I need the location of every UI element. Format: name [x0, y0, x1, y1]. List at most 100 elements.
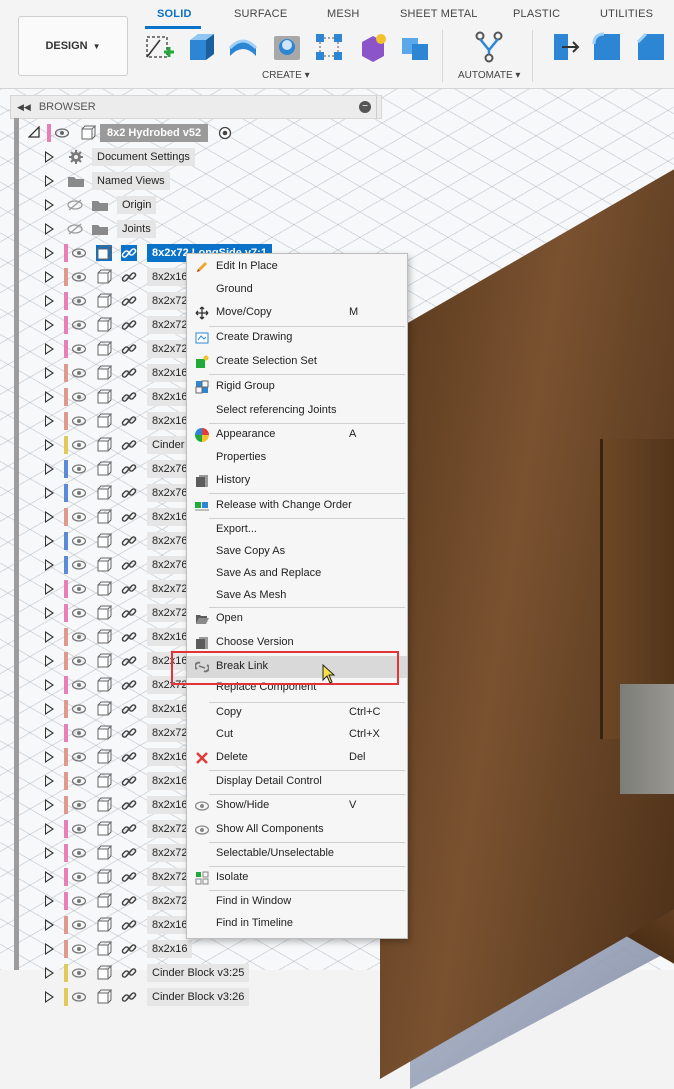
expand-arrow-icon[interactable] [45, 799, 54, 811]
eye-icon[interactable] [72, 631, 86, 643]
menu-selectable-unselectable[interactable]: Selectable/Unselectable [187, 843, 407, 865]
eye-hidden-icon[interactable] [67, 199, 83, 211]
menu-find-in-window[interactable]: Find in Window [187, 891, 407, 913]
expand-arrow-icon[interactable] [45, 343, 54, 355]
browser-item-joints[interactable]: Joints [0, 217, 420, 241]
expanded-triangle-icon[interactable] [28, 126, 40, 138]
eye-icon[interactable] [72, 463, 86, 475]
browser-item-origin[interactable]: Origin [0, 193, 420, 217]
eye-icon[interactable] [72, 343, 86, 355]
browser-root-row[interactable]: 8x2 Hydrobed v52 [0, 121, 400, 145]
expand-arrow-icon[interactable] [45, 895, 54, 907]
eye-icon[interactable] [72, 943, 86, 955]
menu-export[interactable]: Export... [187, 519, 407, 541]
eye-icon[interactable] [72, 559, 86, 571]
tab-mesh[interactable]: MESH [327, 8, 360, 20]
expand-arrow-icon[interactable] [45, 919, 54, 931]
eye-hidden-icon[interactable] [67, 223, 83, 235]
eye-icon[interactable] [72, 271, 86, 283]
eye-icon[interactable] [72, 919, 86, 931]
menu-save-copy-as[interactable]: Save Copy As [187, 541, 407, 563]
expand-arrow-icon[interactable] [45, 151, 54, 163]
eye-icon[interactable] [72, 727, 86, 739]
menu-show-all-components[interactable]: Show All Components [187, 819, 407, 841]
expand-arrow-icon[interactable] [45, 631, 54, 643]
expand-arrow-icon[interactable] [45, 415, 54, 427]
eye-icon[interactable] [72, 679, 86, 691]
eye-icon[interactable] [72, 895, 86, 907]
browser-item-named-views[interactable]: Named Views [0, 169, 420, 193]
expand-arrow-icon[interactable] [45, 463, 54, 475]
eye-icon[interactable] [72, 607, 86, 619]
eye-icon[interactable] [72, 511, 86, 523]
menu-select-referencing-joints[interactable]: Select referencing Joints [187, 400, 407, 422]
press-pull-icon[interactable] [548, 30, 582, 64]
eye-icon[interactable] [72, 391, 86, 403]
expand-arrow-icon[interactable] [45, 391, 54, 403]
menu-ground[interactable]: Ground [187, 279, 407, 301]
expand-arrow-icon[interactable] [45, 655, 54, 667]
menu-appearance[interactable]: Appearance A [187, 424, 407, 446]
eye-icon[interactable] [72, 967, 86, 979]
menu-display-detail-control[interactable]: Display Detail Control [187, 771, 407, 793]
menu-history[interactable]: History [187, 470, 407, 492]
expand-arrow-icon[interactable] [45, 535, 54, 547]
browser-component-row[interactable]: 8x2x16 [0, 937, 420, 961]
eye-icon[interactable] [72, 367, 86, 379]
collapse-browser-icon[interactable]: ◀◀ [17, 102, 31, 113]
automate-icon[interactable] [472, 30, 506, 64]
menu-edit-in-place[interactable]: Edit In Place [187, 256, 407, 278]
menu-release-change-order[interactable]: Release with Change Order [187, 495, 407, 517]
expand-arrow-icon[interactable] [45, 847, 54, 859]
menu-copy[interactable]: Copy Ctrl+C [187, 702, 407, 724]
tab-utilities[interactable]: UTILITIES [600, 8, 653, 20]
eye-icon[interactable] [72, 655, 86, 667]
hole-icon[interactable] [270, 30, 304, 64]
expand-arrow-icon[interactable] [45, 679, 54, 691]
eye-icon[interactable] [72, 487, 86, 499]
minimize-icon[interactable]: − [359, 101, 371, 113]
derive-icon[interactable] [398, 30, 432, 64]
menu-show-hide[interactable]: Show/Hide V [187, 795, 407, 817]
expand-arrow-icon[interactable] [45, 703, 54, 715]
menu-isolate[interactable]: Isolate [187, 867, 407, 889]
menu-save-as-and-replace[interactable]: Save As and Replace [187, 563, 407, 585]
browser-component-row[interactable]: Cinder Block v3:26 [0, 985, 420, 1009]
expand-arrow-icon[interactable] [45, 991, 54, 1003]
menu-properties[interactable]: Properties [187, 447, 407, 469]
eye-icon[interactable] [72, 535, 86, 547]
menu-save-as-mesh[interactable]: Save As Mesh [187, 585, 407, 607]
eye-icon[interactable] [72, 823, 86, 835]
design-workspace-button[interactable]: DESIGN ▼ [18, 16, 128, 76]
expand-arrow-icon[interactable] [45, 823, 54, 835]
expand-arrow-icon[interactable] [45, 751, 54, 763]
menu-rigid-group[interactable]: Rigid Group [187, 376, 407, 398]
menu-cut[interactable]: Cut Ctrl+X [187, 724, 407, 746]
expand-arrow-icon[interactable] [45, 439, 54, 451]
eye-icon[interactable] [72, 799, 86, 811]
tab-plastic[interactable]: PLASTIC [513, 8, 560, 20]
eye-icon[interactable] [72, 775, 86, 787]
eye-icon[interactable] [72, 415, 86, 427]
expand-arrow-icon[interactable] [45, 727, 54, 739]
expand-arrow-icon[interactable] [45, 511, 54, 523]
expand-arrow-icon[interactable] [45, 943, 54, 955]
expand-arrow-icon[interactable] [45, 583, 54, 595]
fillet-icon[interactable] [590, 30, 624, 64]
panel-grip[interactable] [376, 96, 381, 118]
expand-arrow-icon[interactable] [45, 487, 54, 499]
eye-icon[interactable] [72, 991, 86, 1003]
eye-icon[interactable] [72, 295, 86, 307]
menu-create-drawing[interactable]: Create Drawing [187, 327, 407, 349]
menu-find-in-timeline[interactable]: Find in Timeline [187, 913, 407, 935]
expand-arrow-icon[interactable] [45, 199, 54, 211]
create-menu-label[interactable]: CREATE ▾ [262, 70, 310, 81]
eye-icon[interactable] [72, 583, 86, 595]
browser-component-row[interactable]: Cinder Block v3:25 [0, 961, 420, 985]
expand-arrow-icon[interactable] [45, 247, 54, 259]
automate-menu-label[interactable]: AUTOMATE ▾ [458, 70, 520, 81]
root-label[interactable]: 8x2 Hydrobed v52 [100, 124, 209, 142]
expand-arrow-icon[interactable] [45, 871, 54, 883]
menu-move-copy[interactable]: Move/Copy M [187, 302, 407, 324]
menu-open[interactable]: Open [187, 608, 407, 630]
